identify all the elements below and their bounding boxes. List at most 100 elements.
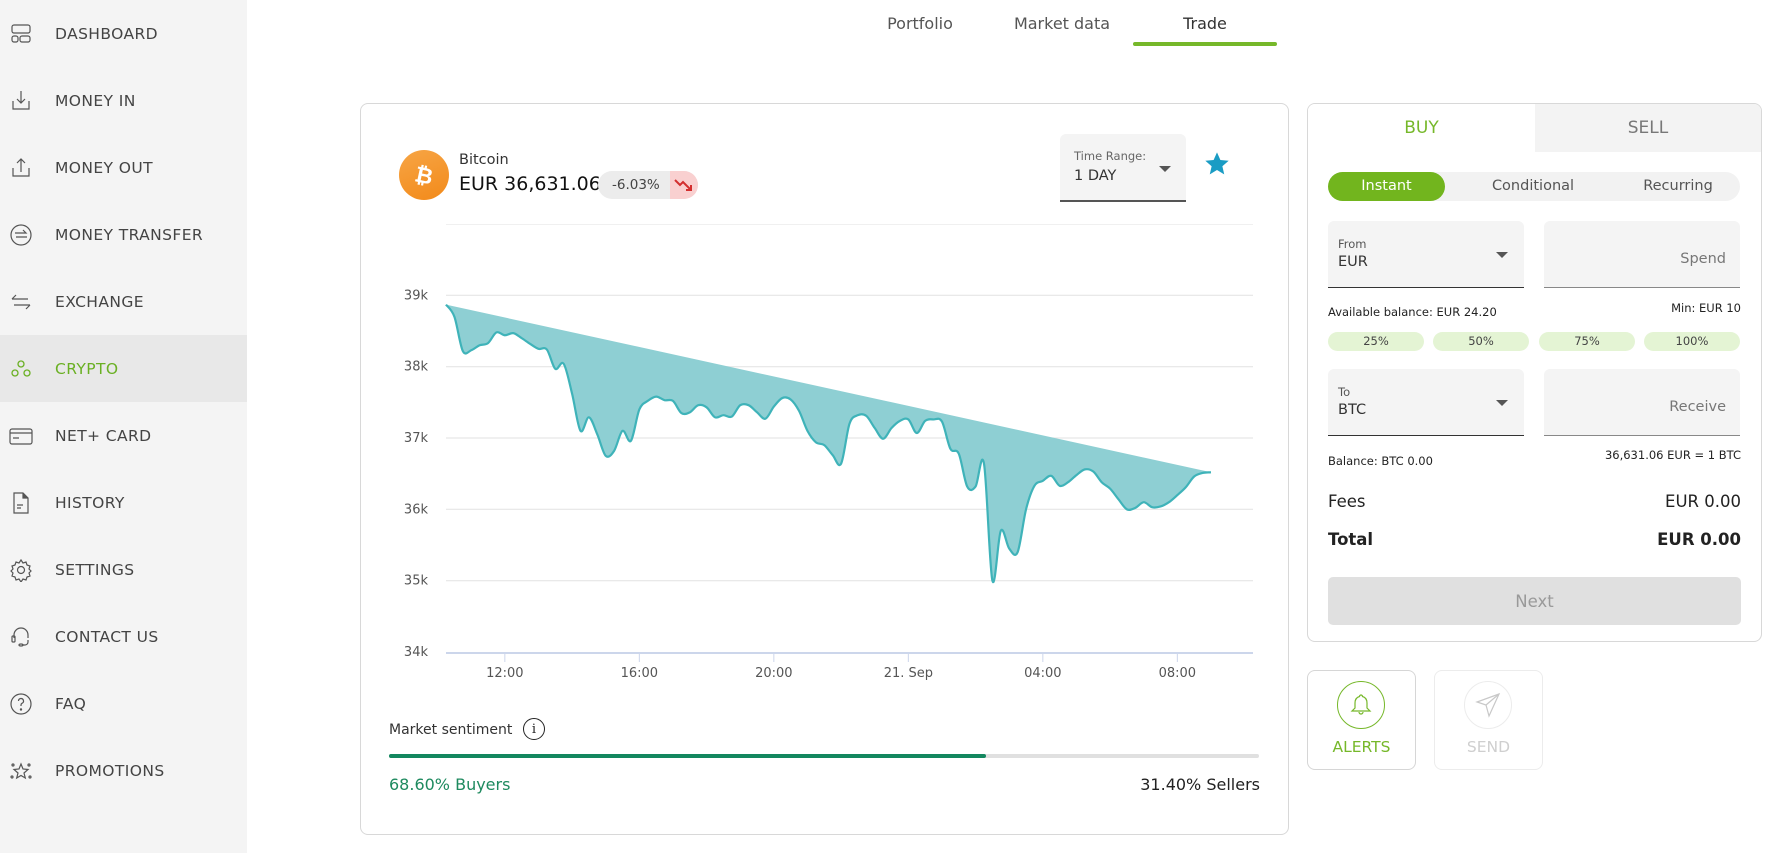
sidebar-item-promotions[interactable]: PROMOTIONS bbox=[0, 737, 247, 804]
money-transfer-icon bbox=[9, 223, 33, 247]
sidebar-item-label: CONTACT US bbox=[55, 627, 159, 646]
send-button[interactable]: SEND bbox=[1434, 670, 1543, 770]
star-sparkle-icon bbox=[9, 759, 33, 783]
sidebar-item-label: MONEY IN bbox=[55, 91, 136, 110]
sidebar-item-dashboard[interactable]: DASHBOARD bbox=[0, 0, 247, 67]
sidebar-item-label: CRYPTO bbox=[55, 359, 119, 378]
bitcoin-logo-icon: ₿ bbox=[399, 150, 449, 200]
to-currency-select[interactable]: To BTC bbox=[1328, 369, 1524, 436]
y-tick-label: 37k bbox=[404, 431, 429, 446]
sidebar-item-settings[interactable]: SETTINGS bbox=[0, 536, 247, 603]
mode-recurring[interactable]: Recurring bbox=[1618, 172, 1738, 201]
sidebar-item-exchange[interactable]: EXCHANGE bbox=[0, 268, 247, 335]
asset-name: Bitcoin bbox=[459, 152, 509, 168]
bell-icon bbox=[1337, 681, 1385, 729]
send-icon bbox=[1464, 681, 1512, 729]
price-area-chart[interactable]: 34k 35k 36k 37k 38k 39k 12:00 16:00 20:00 21. Se… bbox=[361, 224, 1288, 724]
sidebar-item-net-card[interactable]: NET+ CARD bbox=[0, 402, 247, 469]
sellers-percentage: 31.40% Sellers bbox=[1140, 775, 1260, 794]
exchange-icon bbox=[9, 290, 33, 314]
sentiment-label: Market sentiment bbox=[389, 722, 513, 738]
time-range-caption: Time Range: bbox=[1074, 149, 1147, 163]
mode-conditional[interactable]: Conditional bbox=[1468, 172, 1598, 201]
y-tick-label: 39k bbox=[404, 288, 429, 303]
tab-sell[interactable]: SELL bbox=[1535, 104, 1761, 152]
receive-input[interactable] bbox=[1544, 369, 1740, 435]
price-chart-card: ₿ Bitcoin EUR 36,631.06 -6.03% Time Rang… bbox=[360, 103, 1289, 835]
available-balance: Available balance: EUR 24.20 bbox=[1328, 305, 1497, 319]
fees-value: EUR 0.00 bbox=[1665, 492, 1741, 511]
x-tick-label: 08:00 bbox=[1159, 666, 1196, 681]
asset-price: EUR 36,631.06 bbox=[459, 173, 601, 195]
dashboard-icon bbox=[9, 22, 33, 46]
tab-buy[interactable]: BUY bbox=[1308, 104, 1535, 152]
time-range-select[interactable]: Time Range: 1 DAY bbox=[1060, 134, 1186, 202]
sidebar-item-money-in[interactable]: MONEY IN bbox=[0, 67, 247, 134]
y-tick-label: 34k bbox=[404, 645, 429, 660]
gear-icon bbox=[9, 558, 33, 583]
to-caption: To bbox=[1338, 385, 1351, 399]
trend-down-icon bbox=[669, 171, 698, 199]
spend-input-field[interactable] bbox=[1544, 221, 1740, 288]
percent-50-button[interactable]: 50% bbox=[1433, 332, 1529, 351]
sidebar-item-contact-us[interactable]: CONTACT US bbox=[0, 603, 247, 670]
time-range-value: 1 DAY bbox=[1074, 168, 1117, 184]
tab-market-data[interactable]: Market data bbox=[1001, 0, 1123, 46]
money-in-icon bbox=[9, 89, 33, 113]
sidebar-item-label: HISTORY bbox=[55, 493, 125, 512]
sidebar-item-label: MONEY OUT bbox=[55, 158, 153, 177]
percent-100-button[interactable]: 100% bbox=[1644, 332, 1740, 351]
sidebar-item-history[interactable]: HISTORY bbox=[0, 469, 247, 536]
total-value: EUR 0.00 bbox=[1657, 530, 1741, 549]
headset-icon bbox=[9, 625, 33, 649]
buyers-percentage: 68.60% Buyers bbox=[389, 775, 511, 794]
x-tick-label: 04:00 bbox=[1024, 666, 1061, 681]
sidebar-item-crypto[interactable]: CRYPTO bbox=[0, 335, 247, 402]
btc-balance: Balance: BTC 0.00 bbox=[1328, 454, 1433, 468]
alerts-button[interactable]: ALERTS bbox=[1307, 670, 1416, 770]
sidebar-item-money-out[interactable]: MONEY OUT bbox=[0, 134, 247, 201]
info-icon[interactable]: i bbox=[523, 718, 545, 740]
minimum-amount: Min: EUR 10 bbox=[1671, 301, 1741, 315]
tab-portfolio[interactable]: Portfolio bbox=[870, 0, 970, 46]
chevron-down-icon bbox=[1496, 400, 1508, 406]
y-tick-label: 36k bbox=[404, 502, 429, 517]
from-currency-select[interactable]: From EUR bbox=[1328, 221, 1524, 288]
fees-label: Fees bbox=[1328, 492, 1366, 511]
price-change-badge: -6.03% bbox=[598, 171, 698, 199]
to-value: BTC bbox=[1338, 402, 1367, 418]
next-button[interactable]: Next bbox=[1328, 577, 1741, 625]
from-value: EUR bbox=[1338, 254, 1368, 270]
sidebar-item-label: PROMOTIONS bbox=[55, 761, 165, 780]
percent-75-button[interactable]: 75% bbox=[1539, 332, 1635, 351]
alerts-label: ALERTS bbox=[1332, 738, 1391, 756]
y-tick-label: 38k bbox=[404, 360, 429, 375]
crypto-icon bbox=[9, 357, 33, 381]
sidebar-item-money-transfer[interactable]: MONEY TRANSFER bbox=[0, 201, 247, 268]
chevron-down-icon bbox=[1496, 252, 1508, 258]
sidebar: DASHBOARD MONEY IN MONEY OUT MONEY TRANS… bbox=[0, 0, 247, 853]
x-tick-label: 20:00 bbox=[755, 666, 792, 681]
percent-25-button[interactable]: 25% bbox=[1328, 332, 1424, 351]
chevron-down-icon bbox=[1159, 166, 1171, 172]
y-tick-label: 35k bbox=[404, 574, 429, 589]
receive-input-field[interactable] bbox=[1544, 369, 1740, 436]
sidebar-item-label: EXCHANGE bbox=[55, 292, 144, 311]
history-icon bbox=[9, 491, 33, 515]
favorite-star-icon[interactable] bbox=[1203, 150, 1231, 178]
sidebar-item-label: NET+ CARD bbox=[55, 426, 152, 445]
total-label: Total bbox=[1328, 530, 1374, 549]
x-tick-label: 21. Sep bbox=[884, 666, 933, 681]
price-area bbox=[446, 304, 1211, 583]
sidebar-item-label: DASHBOARD bbox=[55, 24, 158, 43]
exchange-rate: 36,631.06 EUR = 1 BTC bbox=[1604, 448, 1741, 462]
x-tick-label: 16:00 bbox=[621, 666, 658, 681]
svg-text:₿: ₿ bbox=[412, 162, 435, 190]
tab-trade[interactable]: Trade bbox=[1133, 0, 1277, 46]
send-label: SEND bbox=[1466, 738, 1511, 756]
spend-input[interactable] bbox=[1544, 221, 1740, 287]
order-mode-selector: Instant Conditional Recurring bbox=[1328, 172, 1740, 201]
mode-instant[interactable]: Instant bbox=[1328, 172, 1445, 201]
sidebar-item-faq[interactable]: FAQ bbox=[0, 670, 247, 737]
question-icon bbox=[9, 692, 33, 716]
